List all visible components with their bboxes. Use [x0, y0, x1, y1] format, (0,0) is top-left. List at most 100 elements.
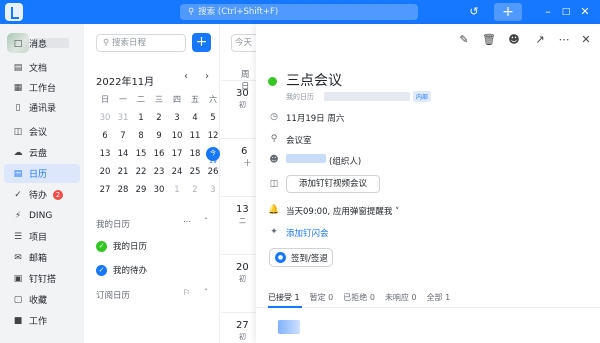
week-day-cell[interactable]: 13 二	[236, 204, 256, 226]
calendar-day[interactable]: 18	[186, 146, 204, 162]
new-event-button[interactable]: +	[192, 33, 211, 52]
sidebar-item-ding[interactable]: ⚡ DING	[4, 206, 80, 225]
sidebar-item-todo[interactable]: ✓ 待办 2	[4, 185, 80, 204]
attendee-avatar[interactable]	[278, 320, 300, 334]
sidebar-item-contacts[interactable]: ▯ 通讯录	[4, 98, 80, 117]
week-day-cell[interactable]: 6十	[241, 146, 256, 168]
calendar-day[interactable]: 17	[168, 146, 186, 162]
calendar-day[interactable]: 27	[96, 182, 114, 198]
global-search-input[interactable]: ⚲ 搜索 (Ctrl+Shift+F)	[180, 4, 418, 20]
calendar-day[interactable]: 13	[96, 146, 114, 162]
add-flash-meeting-link[interactable]: 添加钉闪会	[286, 227, 329, 239]
calendar-day[interactable]: 28	[114, 182, 132, 198]
sidebar-item-label: 邮箱	[29, 254, 48, 264]
tab-accepted[interactable]: 已接受 1	[268, 292, 300, 303]
day-number: 6	[241, 146, 248, 157]
reminder-select[interactable]: 当天09:00, 应用弹窗提醒我 ˅	[286, 205, 399, 217]
sidebar-item-cloud[interactable]: ☁ 云盘	[4, 143, 80, 162]
tab-all[interactable]: 全部 1	[427, 292, 451, 303]
sidebar-item-message[interactable]: □ 消息	[4, 34, 80, 53]
sidebar-item-label: 消息	[29, 40, 48, 50]
sidebar-item-project[interactable]: ☰ 项目	[4, 227, 80, 246]
calendar-item-my-calendar[interactable]: ✓ 我的日历	[96, 240, 147, 252]
next-month-icon[interactable]: ›	[205, 71, 209, 82]
calendar-day[interactable]: 2	[186, 182, 204, 198]
calendar-day[interactable]: 31	[114, 110, 132, 126]
sidebar-item-meeting[interactable]: ◫ 会议	[4, 122, 80, 141]
edit-icon[interactable]: ✎	[456, 33, 472, 46]
sidebar-item-mail[interactable]: ✉ 邮箱	[4, 248, 80, 267]
calendar-day[interactable]: 6	[96, 128, 114, 144]
collapse-icon[interactable]: ˆ	[204, 288, 208, 297]
calendar-day[interactable]: 1	[168, 182, 186, 198]
week-day-cell[interactable]: 30 初	[236, 88, 256, 110]
sidebar-item-docs[interactable]: ▤ 文档	[4, 58, 80, 77]
calendar-day[interactable]: 16	[150, 146, 168, 162]
calendar-day[interactable]: 5	[204, 110, 222, 126]
sidebar-item-calendar[interactable]: ▤ 日历	[4, 164, 80, 183]
todo-icon: ✓	[14, 189, 22, 200]
close-icon[interactable]: ✕	[578, 33, 594, 46]
calendar-day[interactable]: 3	[204, 182, 222, 198]
calendar-day[interactable]: 30	[96, 110, 114, 126]
sidebar-item-favorite[interactable]: ▢ 收藏	[4, 290, 80, 309]
calendar-day[interactable]: 26	[204, 164, 222, 180]
calendar-day[interactable]: 8	[132, 128, 150, 144]
sidebar-item-label: 通讯录	[29, 104, 57, 114]
sidebar-item-work[interactable]: ■ 工作	[4, 311, 80, 330]
calendar-day[interactable]: 29	[132, 182, 150, 198]
bookmark-icon[interactable]: ⚐	[183, 288, 190, 297]
check-icon[interactable]: ✓	[96, 240, 107, 252]
calendar-item-my-todo[interactable]: ✓ 我的待办	[96, 264, 147, 276]
tab-declined[interactable]: 已拒绝 0	[343, 292, 375, 303]
maximize-icon[interactable]: □	[558, 4, 574, 20]
share-user-icon[interactable]: ☻	[506, 33, 522, 46]
calendar-day[interactable]: 20	[96, 164, 114, 180]
calendar-day[interactable]: 11	[186, 128, 204, 144]
calendar-day[interactable]: 1	[132, 110, 150, 126]
calendar-day[interactable]: 7	[114, 128, 132, 144]
add-video-meeting-button[interactable]: 添加钉钉视频会议	[286, 175, 380, 193]
calendar-day[interactable]: 22	[132, 164, 150, 180]
calendar-day[interactable]: 2	[150, 110, 168, 126]
calendar-day[interactable]: 14	[114, 146, 132, 162]
minimize-icon[interactable]: –	[540, 4, 556, 20]
tab-no-response[interactable]: 未响应 0	[385, 292, 417, 303]
prev-month-icon[interactable]: ‹	[184, 71, 188, 82]
calendar-day[interactable]: 21	[114, 164, 132, 180]
history-icon[interactable]: ↺	[466, 4, 482, 20]
sidebar-item-workbench[interactable]: ▦ 工作台	[4, 78, 80, 97]
collapse-icon[interactable]: ˆ	[204, 217, 208, 226]
docs-icon: ▤	[13, 62, 23, 73]
weekday-label: 四	[173, 95, 181, 104]
calendar-day[interactable]: 25	[186, 164, 204, 180]
calendar-day[interactable]: 15	[132, 146, 150, 162]
tab-underline	[268, 306, 302, 308]
today-button[interactable]: 今天	[231, 34, 256, 52]
more-icon[interactable]: ⋯	[556, 33, 572, 46]
add-icon[interactable]: +	[494, 3, 522, 21]
calendar-day[interactable]: 23	[150, 164, 168, 180]
more-icon[interactable]: ⋯	[183, 217, 191, 226]
check-icon[interactable]: ✓	[96, 264, 107, 276]
open-external-icon[interactable]: ↗	[532, 33, 548, 46]
calendar-day[interactable]: 24	[168, 164, 186, 180]
checkin-button[interactable]: ● 签到/签退	[269, 248, 333, 267]
divider	[221, 312, 256, 313]
sidebar-item-builder[interactable]: ▣ 钉钉搭	[4, 269, 80, 288]
calendar-day[interactable]: 12	[204, 128, 222, 144]
week-day-cell[interactable]: 20 初	[236, 262, 256, 284]
app-logo	[5, 3, 23, 21]
calendar-day[interactable]: 10	[168, 128, 186, 144]
calendar-day[interactable]: 3	[168, 110, 186, 126]
tab-tentative[interactable]: 暂定 0	[310, 292, 334, 303]
lunar-label: 十	[244, 159, 251, 167]
calendar-day[interactable]: 4	[186, 110, 204, 126]
calendar-day[interactable]: 30	[150, 182, 168, 198]
calendar-day[interactable]: 9	[150, 128, 168, 144]
event-title: 三点会议	[286, 73, 342, 89]
delete-icon[interactable]: 🗑	[481, 33, 497, 46]
calendar-search-input[interactable]: ⚲ 搜索日程	[96, 34, 186, 52]
close-icon[interactable]: ✕	[577, 4, 593, 20]
week-day-cell[interactable]: 27 初	[236, 320, 256, 342]
